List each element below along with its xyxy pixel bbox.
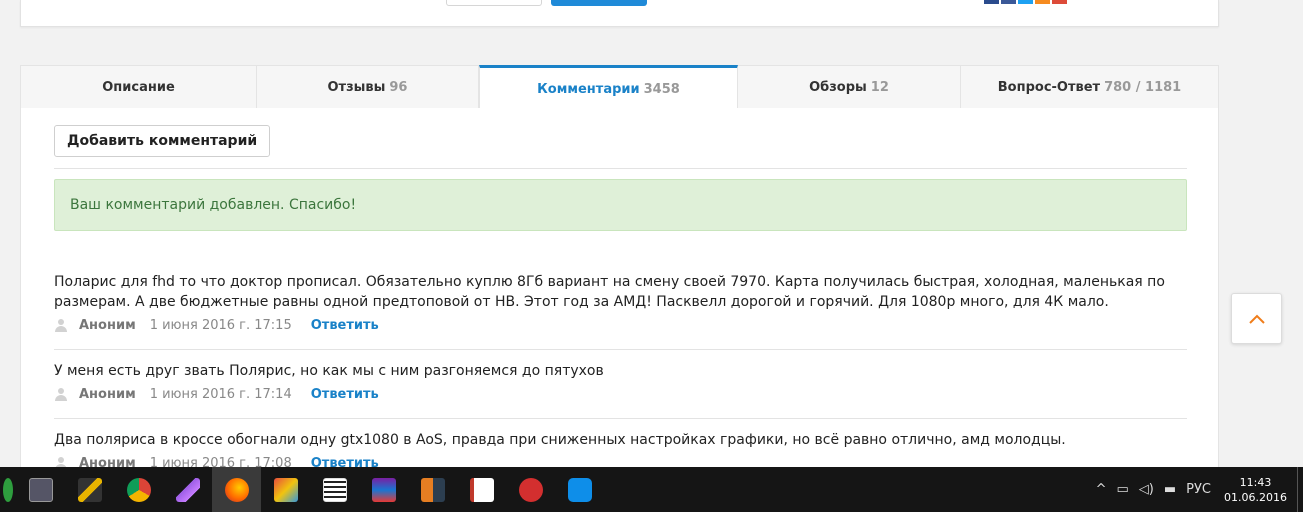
clock-date: 01.06.2016 (1224, 490, 1287, 504)
paint-icon[interactable] (261, 467, 310, 512)
system-tray: ^ ▭ ◁) ▬ РУС 11:43 01.06.2016 (1091, 467, 1303, 512)
firefox-icon[interactable] (212, 467, 261, 512)
volume-icon[interactable]: ◁) (1139, 482, 1154, 497)
comment-text: Поларис для fhd то что доктор прописал. … (54, 274, 1165, 310)
tab-count: 3458 (643, 81, 680, 97)
comment-meta: Аноним 1 июня 2016 г. 17:14 Ответить (54, 385, 1187, 403)
tab-overviews[interactable]: Обзоры 12 (738, 66, 961, 108)
green-app-icon[interactable] (0, 467, 16, 512)
twitter-icon[interactable] (1018, 0, 1033, 4)
tab-count: 96 (389, 79, 408, 95)
tab-count: 780 / 1181 (1104, 79, 1182, 95)
winrar-icon[interactable] (359, 467, 408, 512)
google-plus-icon[interactable] (1052, 0, 1067, 4)
comment-item: Поларис для fhd то что доктор прописал. … (54, 272, 1187, 334)
user-icon (54, 387, 68, 401)
chat-icon[interactable] (506, 467, 555, 512)
tab-count: 12 (870, 79, 889, 95)
text-editor-icon[interactable] (16, 467, 65, 512)
reply-link[interactable]: Ответить (311, 387, 379, 402)
tools-icon[interactable] (65, 467, 114, 512)
comment-text: У меня есть друг звать Полярис, но как м… (54, 363, 604, 379)
social-share-icons (984, 0, 1067, 4)
language-indicator[interactable]: РУС (1186, 482, 1211, 497)
comment-author: Аноним (79, 317, 136, 333)
user-icon (54, 318, 68, 332)
comment-meta: Аноним 1 июня 2016 г. 17:15 Ответить (54, 316, 1187, 334)
alert-text: Ваш комментарий добавлен. Спасибо! (70, 197, 357, 213)
scroll-top-button[interactable] (1231, 293, 1282, 344)
comment-text: Два поляриса в кроссе обогнали одну gtx1… (54, 432, 1066, 448)
windows-taskbar: ^ ▭ ◁) ▬ РУС 11:43 01.06.2016 (0, 467, 1303, 512)
tab-description[interactable]: Описание (21, 66, 257, 108)
divider (54, 349, 1187, 350)
comment-item: У меня есть друг звать Полярис, но как м… (54, 361, 1187, 403)
social-icon[interactable] (984, 0, 999, 4)
facebook-icon[interactable] (1001, 0, 1016, 4)
comment-item: Два поляриса в кроссе обогнали одну gtx1… (54, 430, 1187, 472)
success-alert: Ваш комментарий добавлен. Спасибо! (54, 179, 1187, 231)
show-desktop-button[interactable] (1297, 467, 1303, 512)
product-tabs: Описание Отзывы 96 Комментарии 3458 Обзо… (20, 65, 1219, 110)
tab-comments[interactable]: Комментарии 3458 (479, 65, 738, 110)
clock[interactable]: 11:43 01.06.2016 (1224, 475, 1287, 505)
calculator-icon[interactable] (310, 467, 359, 512)
divider (54, 418, 1187, 419)
odnoklassniki-icon[interactable] (1035, 0, 1050, 4)
primary-button[interactable] (551, 0, 647, 6)
secondary-button[interactable] (446, 0, 542, 6)
tab-reviews[interactable]: Отзывы 96 (257, 66, 479, 108)
comment-author: Аноним (79, 386, 136, 402)
network-icon[interactable]: ▭ (1117, 482, 1129, 497)
comments-panel: Добавить комментарий Ваш комментарий доб… (20, 108, 1219, 471)
notes-icon[interactable] (457, 467, 506, 512)
chevron-up-icon[interactable]: ^ (1096, 482, 1107, 497)
divider (54, 168, 1187, 169)
add-comment-button[interactable]: Добавить комментарий (54, 125, 271, 157)
message-icon[interactable]: ▬ (1164, 482, 1176, 497)
comment-date: 1 июня 2016 г. 17:15 (149, 317, 292, 333)
image-viewer-icon[interactable] (408, 467, 457, 512)
comment-date: 1 июня 2016 г. 17:14 (149, 386, 292, 402)
chrome-icon[interactable] (114, 467, 163, 512)
feather-icon[interactable] (163, 467, 212, 512)
reply-link[interactable]: Ответить (311, 318, 379, 333)
tab-qa[interactable]: Вопрос-Ответ 780 / 1181 (961, 66, 1218, 108)
teamviewer-icon[interactable] (555, 467, 604, 512)
clock-time: 11:43 (1239, 475, 1272, 489)
chevron-up-icon (1248, 314, 1265, 324)
